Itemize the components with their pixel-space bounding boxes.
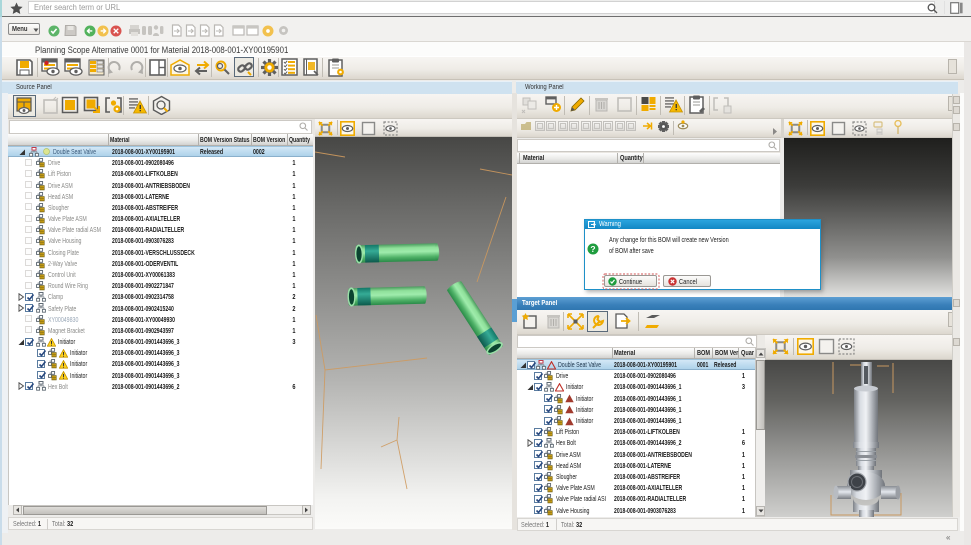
svg-text:?: ? [590,244,595,254]
